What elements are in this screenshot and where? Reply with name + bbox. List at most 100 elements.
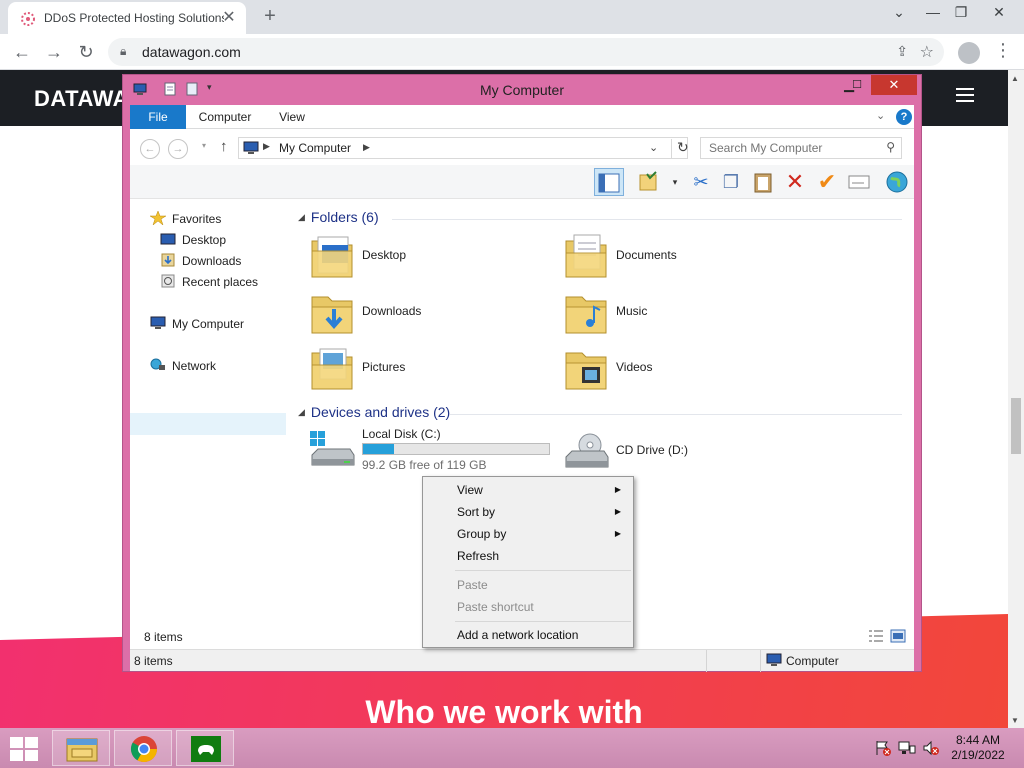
copy-icon[interactable]: ❐	[716, 168, 746, 196]
bookmark-star-icon[interactable]: ☆	[920, 42, 934, 62]
explorer-address-box[interactable]: ▶ My Computer ▶ ⌄ ↻	[238, 137, 689, 159]
globe-icon[interactable]	[882, 168, 912, 196]
nav-network[interactable]: Network	[150, 356, 216, 376]
submenu-arrow-icon: ▶	[614, 507, 621, 516]
documents-folder-icon	[565, 234, 607, 278]
taskbar-xbox-app[interactable]	[176, 730, 234, 766]
menu-separator	[455, 621, 631, 622]
scroll-down-icon[interactable]: ▼	[1011, 716, 1019, 725]
search-input[interactable]	[701, 138, 877, 158]
new-tab-icon[interactable]: +	[258, 4, 282, 28]
folder-tile-music[interactable]: Music	[564, 287, 814, 341]
nav-desktop[interactable]: Desktop	[160, 230, 226, 250]
menu-item-add-network-location[interactable]: Add a network location	[425, 624, 631, 646]
tab-view[interactable]: View	[270, 105, 314, 129]
delete-icon[interactable]: ✕	[780, 168, 810, 196]
collapse-triangle-icon[interactable]: ◢	[298, 212, 305, 222]
volume-muted-icon[interactable]	[922, 740, 940, 756]
paste-icon[interactable]	[748, 168, 778, 196]
status-separator	[760, 650, 761, 672]
recent-locations-icon[interactable]: ▾	[202, 141, 206, 150]
explorer-back-icon[interactable]: ←	[140, 139, 160, 159]
nav-downloads[interactable]: Downloads	[160, 251, 241, 271]
nav-recent-places[interactable]: Recent places	[160, 272, 258, 292]
explorer-titlebar[interactable]: ▾ My Computer ▁ ☐ ✕	[123, 75, 921, 105]
search-icon[interactable]: ⚲	[886, 140, 895, 154]
breadcrumb-my-computer[interactable]: My Computer	[279, 141, 351, 155]
explorer-maximize-icon[interactable]: ☐	[843, 75, 871, 95]
menu-item-sort-by[interactable]: Sort by ▶	[425, 501, 631, 523]
tab-file[interactable]: File	[130, 105, 186, 129]
folder-tile-videos[interactable]: Videos	[564, 343, 814, 397]
breadcrumb-chevron-icon[interactable]: ▶	[363, 142, 370, 153]
command-toolbar: ▾ ✂ ❐ ✕ ✔	[130, 165, 914, 199]
taskbar: 8:44 AM 2/19/2022	[0, 728, 1024, 768]
menu-item-group-by[interactable]: Group by ▶	[425, 523, 631, 545]
page-scrollbar-thumb[interactable]	[1011, 398, 1021, 454]
forward-icon[interactable]: →	[42, 40, 66, 64]
drive-tile-local-disk[interactable]: Local Disk (C:) 99.2 GB free of 119 GB	[308, 427, 558, 477]
tab-close-icon[interactable]: ✕	[220, 9, 238, 27]
collapse-triangle-icon[interactable]: ◢	[298, 407, 305, 417]
minimize-icon[interactable]: —	[918, 4, 948, 20]
nav-my-computer[interactable]: My Computer	[150, 314, 244, 334]
folder-tile-documents[interactable]: Documents	[564, 231, 814, 285]
chevron-down-icon[interactable]: ⌄	[884, 4, 914, 21]
action-center-flag-icon[interactable]	[874, 740, 892, 756]
downloads-icon	[161, 253, 175, 267]
details-view-icon[interactable]	[868, 629, 884, 643]
share-icon[interactable]: ⇪	[896, 43, 908, 60]
nav-downloads-label: Downloads	[182, 254, 242, 268]
breadcrumb-chevron-icon[interactable]: ▶	[263, 141, 270, 152]
desktop-icon	[160, 233, 176, 245]
restore-icon[interactable]: ❐	[946, 4, 976, 21]
up-arrow-icon[interactable]: ↑	[220, 138, 228, 155]
browser-tab[interactable]: DDoS Protected Hosting Solutions ✕	[8, 2, 246, 34]
tab-computer[interactable]: Computer	[192, 105, 258, 129]
system-clock[interactable]: 8:44 AM 2/19/2022	[948, 733, 1008, 763]
folder-label: Music	[616, 304, 648, 318]
desktop-folder-icon	[311, 236, 353, 278]
drive-free-space: 99.2 GB free of 119 GB	[362, 458, 487, 472]
network-tray-icon[interactable]	[898, 740, 916, 756]
address-dropdown-icon[interactable]: ⌄	[649, 141, 658, 154]
lock-icon: 🔒︎	[120, 44, 127, 58]
folders-group-header[interactable]: ◢ Folders (6)	[298, 209, 379, 225]
rename-icon[interactable]	[844, 168, 874, 196]
hamburger-menu-icon[interactable]	[956, 88, 974, 102]
profile-avatar[interactable]	[958, 42, 980, 64]
start-button-icon[interactable]	[10, 737, 38, 761]
cut-icon[interactable]: ✂	[686, 168, 716, 196]
reload-icon[interactable]: ↻	[74, 40, 98, 64]
folder-tile-desktop[interactable]: Desktop	[310, 231, 560, 285]
scroll-up-icon[interactable]: ▲	[1011, 74, 1019, 83]
context-menu: View ▶ Sort by ▶ Group by ▶ Refresh Paste P…	[422, 476, 634, 648]
address-bar[interactable]: 🔒︎ datawagon.com ⇪ ☆	[108, 38, 944, 66]
large-icons-view-icon[interactable]	[890, 629, 906, 643]
menu-item-label: Sort by	[457, 505, 496, 519]
nav-favorites[interactable]: Favorites	[150, 209, 221, 229]
menu-item-label: Paste	[457, 578, 488, 592]
menu-item-refresh[interactable]: Refresh	[425, 545, 631, 567]
explorer-address-row: ← → ▾ ↑ ▶ My Computer ▶ ⌄ ↻ ⚲	[130, 131, 914, 165]
explorer-close-icon[interactable]: ✕	[871, 75, 917, 95]
explorer-forward-icon[interactable]: →	[168, 139, 188, 159]
taskbar-file-explorer[interactable]	[52, 730, 110, 766]
refresh-icon[interactable]: ↻	[671, 139, 689, 159]
back-icon[interactable]: ←	[10, 40, 34, 64]
close-window-icon[interactable]: ✕	[984, 4, 1014, 21]
menu-kebab-icon[interactable]: ⋮	[994, 40, 1012, 61]
site-logo[interactable]: DATAWA	[34, 86, 129, 112]
ribbon-expand-icon[interactable]: ⌄	[876, 109, 885, 122]
folder-tile-downloads[interactable]: Downloads	[310, 287, 560, 341]
downloads-folder-icon	[311, 296, 353, 334]
recent-places-icon	[161, 274, 175, 288]
preview-pane-icon[interactable]	[594, 168, 624, 196]
devices-group-header[interactable]: ◢ Devices and drives (2)	[298, 404, 450, 420]
taskbar-chrome[interactable]	[114, 730, 172, 766]
checkmark-icon[interactable]: ✔	[812, 168, 842, 196]
help-icon[interactable]: ?	[896, 109, 912, 125]
folder-tile-pictures[interactable]: Pictures	[310, 343, 560, 397]
site-favicon-icon	[21, 12, 35, 26]
menu-item-view[interactable]: View ▶	[425, 479, 631, 501]
